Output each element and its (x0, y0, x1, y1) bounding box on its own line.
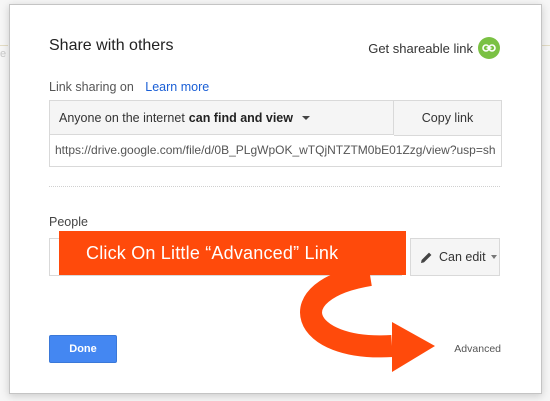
annotation-callout: Click On Little “Advanced” Link (59, 231, 406, 275)
annotation-arrow-icon (300, 264, 435, 372)
